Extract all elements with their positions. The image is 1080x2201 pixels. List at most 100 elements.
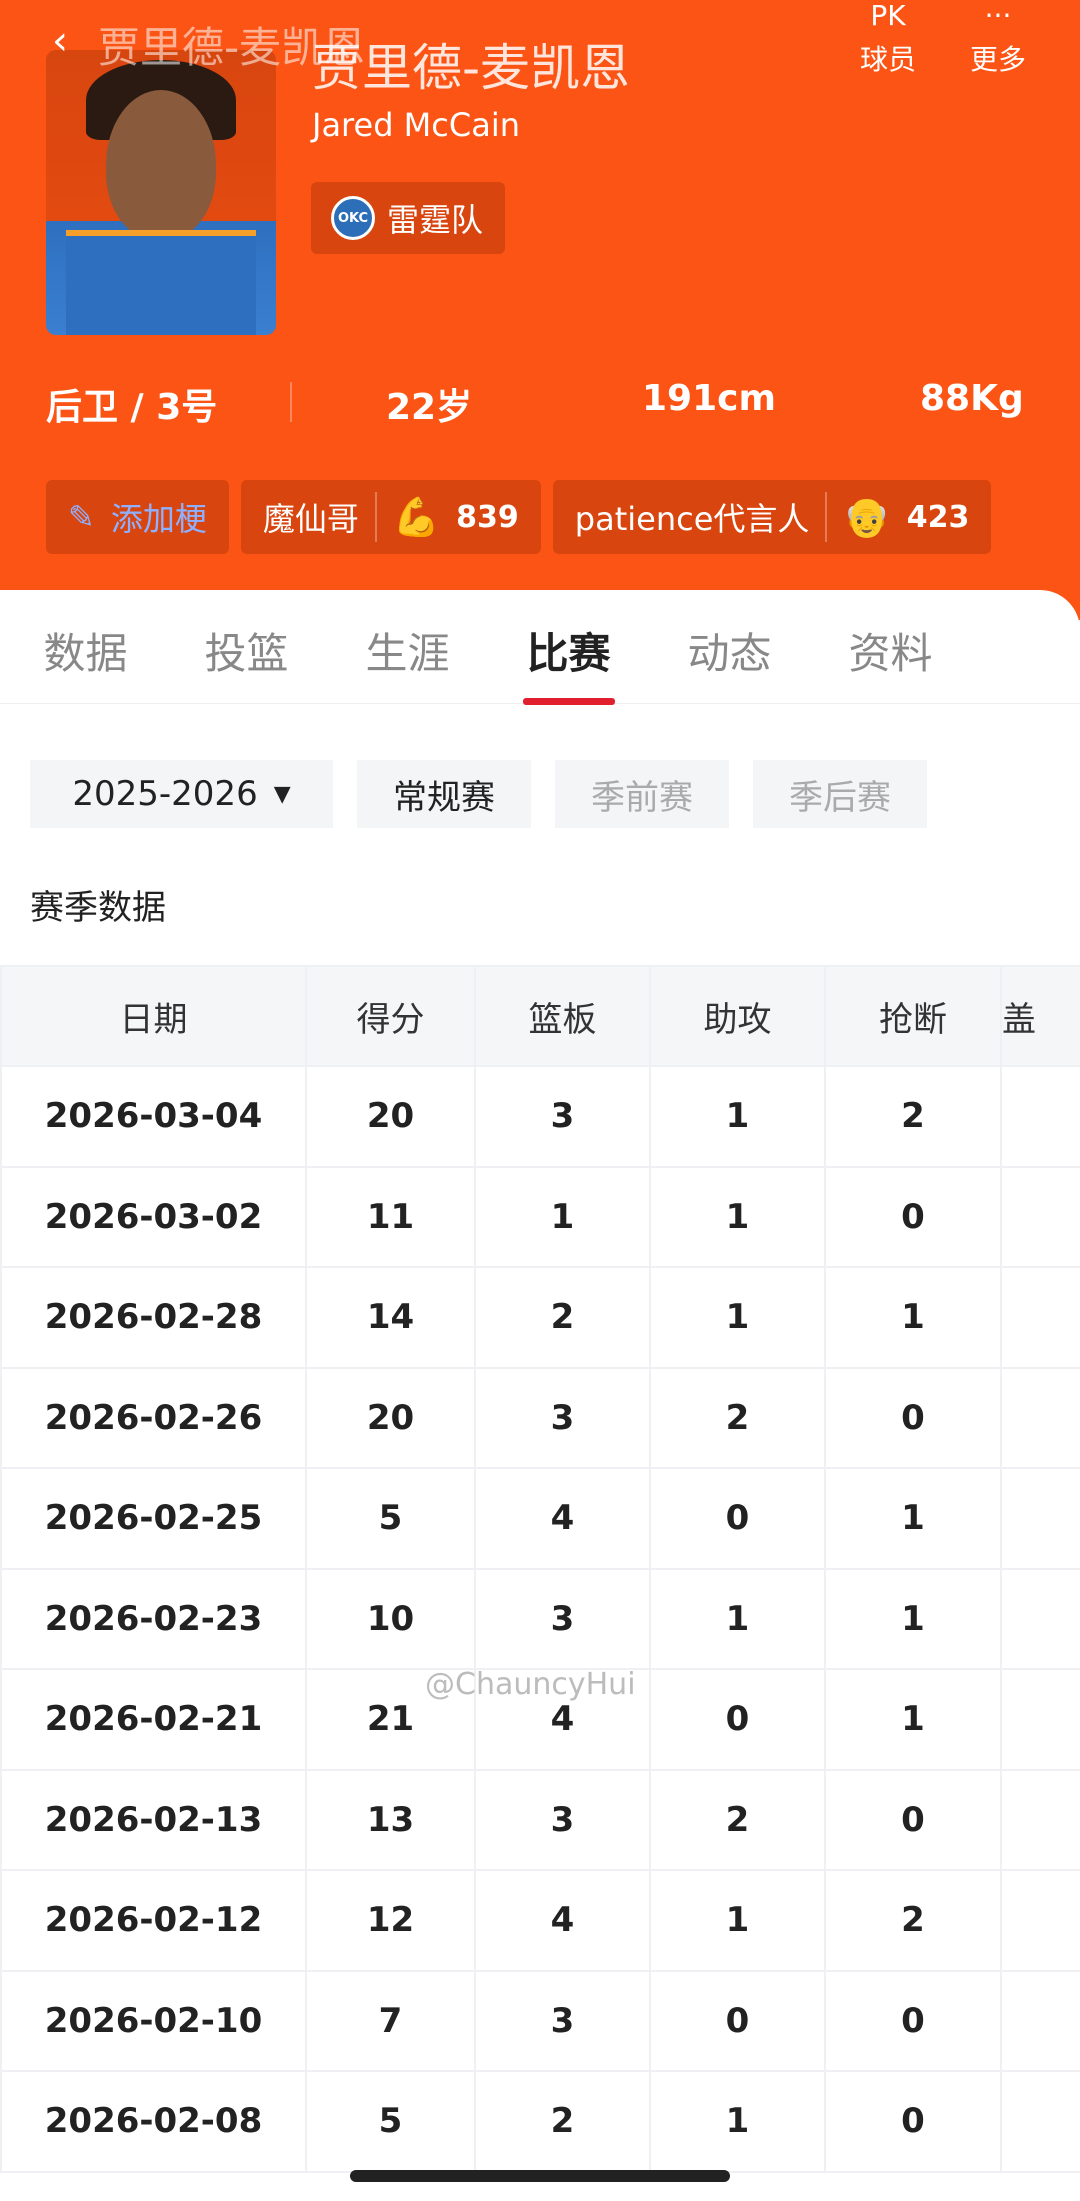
season-value: 2025-2026 (72, 774, 258, 814)
okc-logo-icon: OKC (331, 196, 375, 240)
table-cell: 1 (824, 1668, 1002, 1771)
table-cell: 3 (474, 1366, 651, 1469)
table-cell: 11 (305, 1165, 476, 1268)
table-cell: 2 (824, 1869, 1002, 1972)
watermark: @ChauncyHui (425, 1667, 636, 1702)
table-cell: 2026-03-04 (0, 1065, 307, 1168)
table-cell: 2026-03-02 (0, 1165, 307, 1268)
team-name: 雷霆队 (387, 201, 484, 239)
table-row[interactable]: 2026-02-25 5 4 0 1 (0, 1467, 1080, 1570)
table-cell: 0 (649, 1467, 826, 1570)
table-cell (1000, 1668, 1080, 1771)
muscle-icon: 💪 (392, 494, 441, 539)
add-tag-button[interactable]: ✎ 添加梗 (46, 480, 229, 554)
tab-profile[interactable]: 资料 (805, 620, 966, 703)
table-cell: 1 (474, 1165, 651, 1268)
table-cell: 2 (474, 2070, 651, 2173)
table-cell: 1 (649, 1266, 826, 1369)
table-cell: 5 (305, 2070, 476, 2173)
season-select[interactable]: 2025-2026 ▼ (30, 760, 333, 828)
table-cell: 5 (305, 1467, 476, 1570)
table-cell: 2 (824, 1065, 1002, 1168)
player-photo (46, 50, 276, 335)
table-cell: 0 (824, 1165, 1002, 1268)
table-cell (1000, 1869, 1080, 1972)
table-cell: 1 (649, 1065, 826, 1168)
table-cell: 2026-02-28 (0, 1266, 307, 1369)
table-row[interactable]: 2026-02-28 14 2 1 1 (0, 1266, 1080, 1369)
tab-shooting[interactable]: 投篮 (161, 620, 322, 703)
filter-preseason[interactable]: 季前赛 (555, 760, 729, 828)
tab-career[interactable]: 生涯 (322, 620, 483, 703)
table-cell: 14 (305, 1266, 476, 1369)
tab-news[interactable]: 动态 (644, 620, 805, 703)
back-button[interactable]: ‹ (52, 18, 68, 64)
table-row[interactable]: 2026-02-23 10 3 1 1 (0, 1567, 1080, 1670)
table-cell (1000, 1266, 1080, 1369)
table-cell: 13 (305, 1768, 476, 1871)
pk-icon: PK (870, 0, 906, 32)
table-cell: 20 (305, 1065, 476, 1168)
table-row[interactable]: 2026-02-10 7 3 0 0 (0, 1969, 1080, 2072)
table-cell (1000, 1768, 1080, 1871)
table-cell: 2026-02-26 (0, 1366, 307, 1469)
tag-label: 魔仙哥 (262, 500, 359, 538)
table-cell (1000, 1165, 1080, 1268)
filter-playoffs[interactable]: 季后赛 (753, 760, 927, 828)
table-cell: 2026-02-10 (0, 1969, 307, 2072)
more-button[interactable]: ··· 更多 (970, 0, 1026, 78)
table-cell: 10 (305, 1567, 476, 1670)
table-cell: 12 (305, 1869, 476, 1972)
table-cell: 3 (474, 1065, 651, 1168)
tag-item[interactable]: 魔仙哥 💪 839 (240, 480, 541, 554)
table-cell (1000, 1065, 1080, 1168)
column-header: 日期 (0, 965, 307, 1067)
table-row[interactable]: 2026-02-08 5 2 1 0 (0, 2070, 1080, 2173)
table-cell: 2026-02-13 (0, 1768, 307, 1871)
divider (290, 382, 292, 422)
table-cell: 3 (474, 1567, 651, 1670)
table-cell: 1 (824, 1467, 1002, 1570)
add-tag-label: 添加梗 (110, 500, 207, 538)
filter-regular[interactable]: 常规赛 (357, 760, 531, 828)
table-cell (1000, 1969, 1080, 2072)
table-cell: 2026-02-08 (0, 2070, 307, 2173)
table-cell: 0 (824, 1366, 1002, 1469)
table-row[interactable]: 2026-02-12 12 4 1 2 (0, 1869, 1080, 1972)
content-sheet: 数据 投篮 生涯 比赛 动态 资料 2025-2026 ▼ 常规赛 季前赛 季后赛… (0, 590, 1080, 2201)
table-cell: 3 (474, 1969, 651, 2072)
team-badge[interactable]: OKC 雷霆队 (311, 182, 506, 254)
column-header: 盖 (1000, 965, 1080, 1067)
nickname-tags: ✎ 添加梗 魔仙哥 💪 839 patience代言人 👴 423 (46, 480, 992, 554)
player-name-en: Jared McCain (312, 106, 520, 144)
tag-item[interactable]: patience代言人 👴 423 (552, 480, 992, 554)
more-label: 更多 (970, 43, 1027, 76)
player-header: ‹ 贾里德-麦凯恩 贾里德-麦凯恩 Jared McCain OKC 雷霆队 PK… (0, 0, 1080, 620)
table-cell: 20 (305, 1366, 476, 1469)
position: 后卫 / 3号 (46, 387, 218, 428)
table-cell: 2 (474, 1266, 651, 1369)
table-cell (1000, 1366, 1080, 1469)
table-cell: 1 (649, 2070, 826, 2173)
table-row[interactable]: 2026-03-04 20 3 1 2 (0, 1065, 1080, 1168)
table-cell: 2026-02-25 (0, 1467, 307, 1570)
caret-down-icon: ▼ (273, 781, 291, 807)
table-cell (1000, 1567, 1080, 1670)
table-row[interactable]: 2026-02-13 13 3 2 0 (0, 1768, 1080, 1871)
tab-games[interactable]: 比赛 (483, 620, 644, 705)
tag-count: 839 (456, 499, 519, 535)
table-cell: 0 (824, 1969, 1002, 2072)
table-cell: 0 (649, 1668, 826, 1771)
column-header: 抢断 (824, 965, 1002, 1067)
home-indicator[interactable] (350, 2170, 730, 2182)
tab-data[interactable]: 数据 (0, 620, 161, 703)
table-cell: 1 (824, 1266, 1002, 1369)
table-cell: 3 (474, 1768, 651, 1871)
pk-button[interactable]: PK 球员 (860, 0, 916, 78)
table-cell (1000, 1467, 1080, 1570)
table-row[interactable]: 2026-02-26 20 3 2 0 (0, 1366, 1080, 1469)
table-cell: 2 (649, 1366, 826, 1469)
player-name-cn: 贾里德-麦凯恩 (312, 39, 631, 97)
more-icon: ··· (984, 0, 1012, 32)
table-row[interactable]: 2026-03-02 11 1 1 0 (0, 1165, 1080, 1268)
